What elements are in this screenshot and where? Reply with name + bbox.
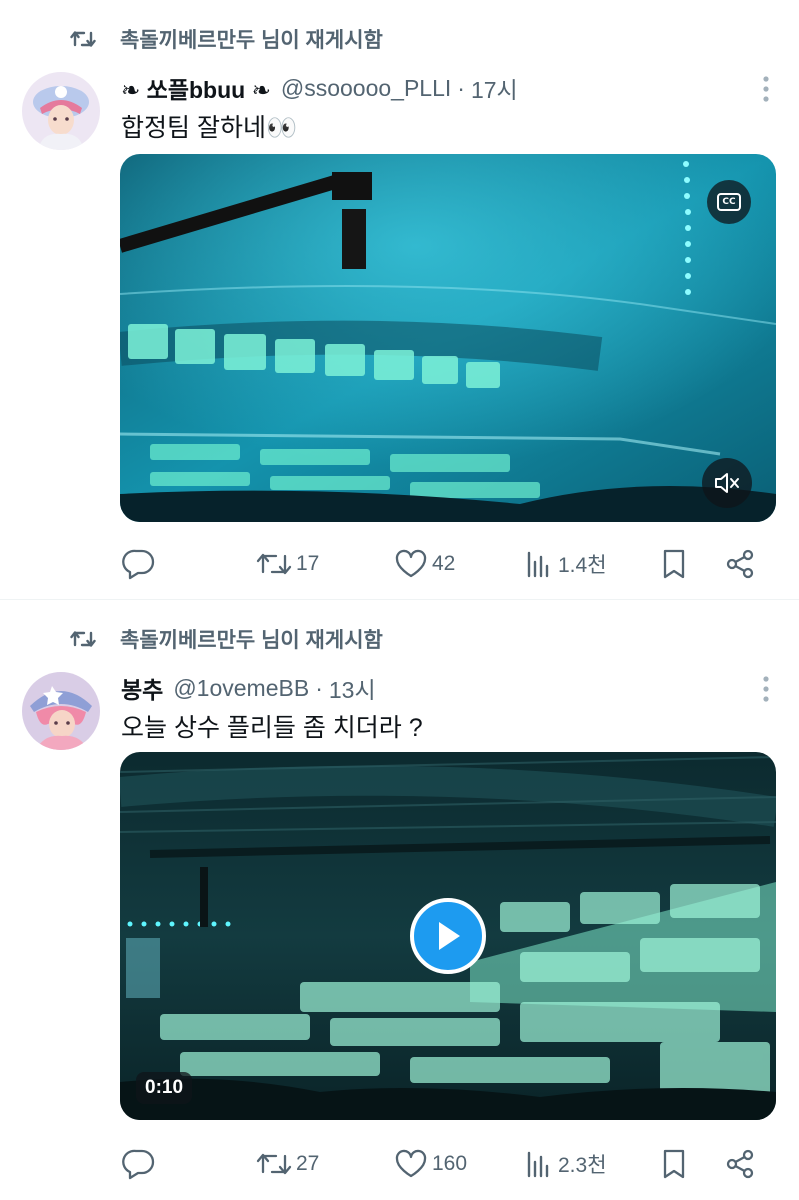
avatar[interactable] (22, 672, 100, 750)
repost-count: 17 (296, 552, 320, 575)
heart-icon (395, 1149, 427, 1178)
like-count: 160 (432, 1152, 468, 1175)
video-duration: 0:10 (136, 1072, 193, 1104)
play-icon (439, 922, 460, 950)
tweet[interactable]: 촉돌끼베르만두 님이 재게시함 봉추 @1ovemeBB · 13시 오늘 상수… (0, 600, 799, 1200)
action-bar: 27 160 2.3천 (120, 1142, 760, 1186)
repost-count: 27 (296, 1152, 320, 1175)
repost-indicator: 촉돌끼베르만두 님이 재게시함 (68, 22, 383, 56)
timestamp[interactable]: 17시 (471, 71, 518, 105)
avatar[interactable] (22, 72, 100, 150)
views-button[interactable]: 1.4천 (524, 542, 607, 586)
bookmark-button[interactable] (660, 1142, 688, 1186)
action-bar: 17 42 1.4천 (120, 542, 760, 586)
tweet[interactable]: 촉돌끼베르만두 님이 재게시함 ❧ 쏘플bbuu ❧ @ssooooo_PLLI… (0, 0, 799, 600)
like-button[interactable]: 42 (394, 542, 455, 586)
handle[interactable]: @1ovemeBB (173, 675, 309, 702)
views-button[interactable]: 2.3천 (524, 1142, 607, 1186)
cc-label: CC (722, 197, 736, 207)
display-name[interactable]: 봉추 (121, 671, 163, 705)
duration-text: 0:10 (145, 1077, 184, 1098)
video-player[interactable]: CC (120, 154, 776, 522)
view-count: 1.4천 (558, 554, 607, 577)
reply-icon (122, 1149, 155, 1180)
more-options-icon[interactable] (761, 674, 771, 704)
repost-icon (256, 1153, 292, 1175)
views-icon (527, 551, 549, 578)
bookmark-button[interactable] (660, 542, 688, 586)
repost-icon (68, 624, 98, 654)
separator-dot: · (457, 74, 465, 101)
video-player[interactable]: 0:10 (120, 752, 776, 1120)
timestamp[interactable]: 13시 (329, 671, 376, 705)
tweet-header: 봉추 @1ovemeBB · 13시 (121, 670, 376, 706)
repost-text[interactable]: 촉돌끼베르만두 님이 재게시함 (120, 624, 383, 654)
more-options-icon[interactable] (761, 74, 771, 104)
like-button[interactable]: 160 (394, 1142, 467, 1186)
view-count: 2.3천 (558, 1154, 607, 1177)
share-button[interactable] (724, 542, 756, 586)
tweet-header: ❧ 쏘플bbuu ❧ @ssooooo_PLLI · 17시 (121, 70, 518, 106)
captions-button[interactable]: CC (707, 180, 751, 224)
repost-icon (256, 553, 292, 575)
reply-icon (122, 549, 155, 580)
repost-button[interactable]: 27 (256, 1142, 319, 1186)
display-name[interactable]: ❧ 쏘플bbuu ❧ (121, 71, 271, 105)
reply-button[interactable] (122, 542, 156, 586)
tweet-text: 합정팀 잘하네👀 (121, 114, 298, 142)
bookmark-icon (663, 1149, 685, 1179)
share-icon (726, 1149, 754, 1179)
muted-speaker-icon (715, 473, 739, 493)
repost-text[interactable]: 촉돌끼베르만두 님이 재게시함 (120, 24, 383, 54)
repost-icon (68, 24, 98, 54)
separator-dot: · (315, 674, 323, 701)
video-thumbnail (120, 154, 776, 522)
repost-button[interactable]: 17 (256, 542, 319, 586)
tweet-text: 오늘 상수 플리들 좀 치더라 ? (121, 714, 423, 742)
like-count: 42 (432, 552, 456, 575)
share-button[interactable] (724, 1142, 756, 1186)
views-icon (527, 1151, 549, 1178)
bookmark-icon (663, 549, 685, 579)
heart-icon (395, 549, 427, 578)
share-icon (726, 549, 754, 579)
handle[interactable]: @ssooooo_PLLI (281, 75, 451, 102)
mute-button[interactable] (702, 458, 752, 508)
reply-button[interactable] (122, 1142, 156, 1186)
play-button[interactable] (410, 898, 486, 974)
repost-indicator: 촉돌끼베르만두 님이 재게시함 (68, 622, 383, 656)
cc-icon: CC (717, 193, 741, 211)
